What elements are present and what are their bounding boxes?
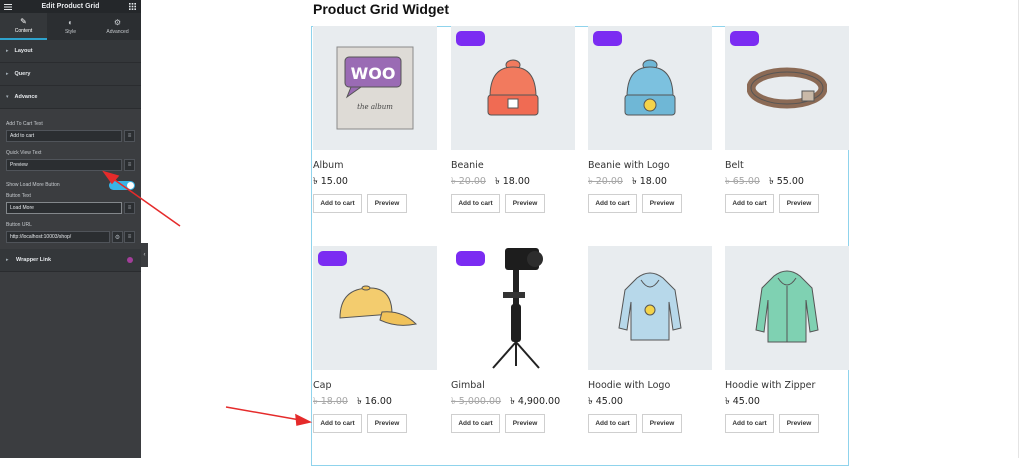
annotation-arrows — [102, 170, 313, 426]
arrow-head — [295, 413, 313, 426]
annotation-arrow-button — [225, 406, 301, 421]
annotation-arrow-panel — [111, 177, 181, 227]
